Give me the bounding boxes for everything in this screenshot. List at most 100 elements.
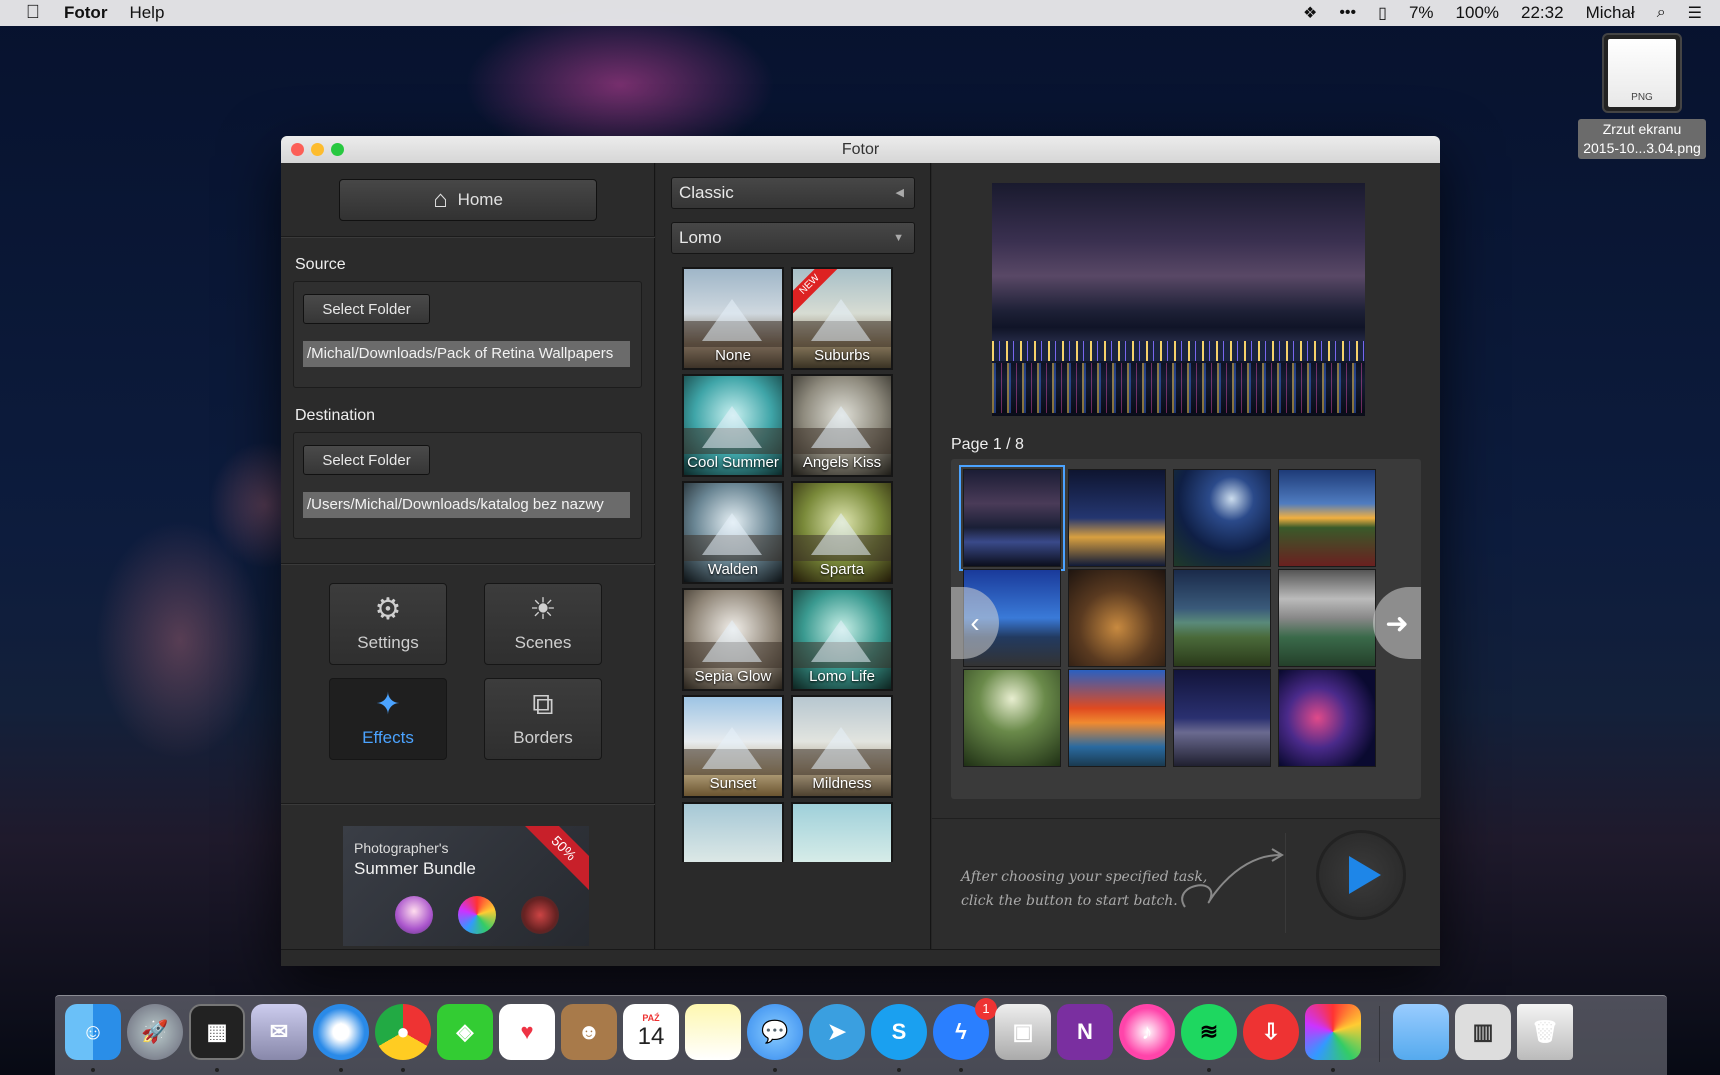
close-button[interactable] (291, 143, 304, 156)
fotor-pro-icon (458, 896, 496, 934)
effect-lomo-life[interactable]: Lomo Life (791, 588, 893, 691)
caret-left-icon: ◀ (895, 187, 904, 199)
hint-line1: After choosing your specified task, (961, 869, 1208, 885)
apple-menu-icon[interactable]:  (22, 2, 44, 24)
battery-percent[interactable]: 100% (1456, 3, 1499, 23)
effect-partial[interactable] (791, 802, 893, 862)
effect-partial[interactable] (682, 802, 784, 862)
category-lomo-label: Lomo (679, 228, 722, 247)
spotify-icon[interactable]: ≋ (1181, 1004, 1237, 1060)
home-label: Home (457, 190, 503, 209)
image-thumbnail[interactable] (1173, 669, 1271, 767)
source-path-field[interactable]: /Michal/Downloads/Pack of Retina Wallpap… (303, 341, 630, 367)
effect-mildness[interactable]: Mildness (791, 695, 893, 798)
itunes-icon[interactable]: ♪ (1119, 1004, 1175, 1060)
skype-icon[interactable]: S (871, 1004, 927, 1060)
image-thumbnail[interactable] (1278, 669, 1376, 767)
category-lomo[interactable]: Lomo ▼ (671, 222, 915, 254)
image-thumbnail[interactable] (1278, 569, 1376, 667)
next-page-button[interactable]: ➜ (1373, 587, 1421, 659)
user-name[interactable]: Michał (1586, 3, 1635, 23)
effects-label: Effects (362, 728, 414, 747)
effect-none[interactable]: None (682, 267, 784, 370)
effects-button[interactable]: ✦ Effects (329, 678, 447, 760)
notification-center-icon[interactable]: ☰ (1688, 3, 1702, 23)
telegram-icon[interactable]: ➤ (809, 1004, 865, 1060)
messages-icon[interactable]: 💬 (747, 1004, 803, 1060)
effect-label: Suburbs (814, 347, 870, 364)
settings-button[interactable]: ⚙ Settings (329, 583, 447, 665)
image-thumbnail[interactable] (1278, 469, 1376, 567)
file-name-label: Zrzut ekranu 2015-10...3.04.png (1578, 119, 1706, 159)
image-thumbnail[interactable] (963, 669, 1061, 767)
effect-sunset[interactable]: Sunset (682, 695, 784, 798)
effect-walden[interactable]: Walden (682, 481, 784, 584)
app-menu[interactable]: Fotor (64, 3, 107, 23)
effect-sepia-glow[interactable]: Sepia Glow (682, 588, 784, 691)
effect-cool-summer[interactable]: Cool Summer (682, 374, 784, 477)
pocket-icon[interactable]: ♥ (499, 1004, 555, 1060)
launchpad-icon[interactable]: 🚀 (127, 1004, 183, 1060)
destination-select-folder-button[interactable]: Select Folder (303, 445, 430, 475)
trash-icon[interactable]: 🗑 (1517, 1004, 1573, 1060)
start-batch-button[interactable] (1316, 830, 1406, 920)
image-thumbnail[interactable] (1068, 669, 1166, 767)
stack-folder-icon[interactable]: ▥ (1455, 1004, 1511, 1060)
more-icon[interactable]: ••• (1339, 4, 1356, 22)
promo-banner[interactable]: Photographer's Summer Bundle 50% (343, 826, 589, 946)
file-thumbnail[interactable]: PNG (1602, 33, 1682, 113)
image-thumbnail[interactable] (1068, 469, 1166, 567)
effect-sparta[interactable]: Sparta (791, 481, 893, 584)
clock[interactable]: 22:32 (1521, 3, 1564, 23)
finder-icon[interactable]: ☺ (65, 1004, 121, 1060)
image-thumbnail[interactable] (1173, 569, 1271, 667)
onenote-icon[interactable]: N (1057, 1004, 1113, 1060)
settings-label: Settings (357, 633, 419, 652)
borders-button[interactable]: ⧉ Borders (484, 678, 602, 760)
divider (281, 803, 655, 805)
destination-box: Select Folder /Users/Michal/Downloads/ka… (293, 432, 642, 539)
activity-monitor-icon[interactable]: ▦ (189, 1004, 245, 1060)
spotlight-search-icon[interactable]: ⌕ (1657, 4, 1666, 22)
calendar-icon[interactable]: PAŹ 14 (623, 1004, 679, 1060)
desktop-file[interactable]: PNG Zrzut ekranu 2015-10...3.04.png (1572, 33, 1712, 159)
zoom-button[interactable] (331, 143, 344, 156)
effect-label: None (715, 347, 751, 364)
effect-label: Cool Summer (687, 454, 779, 471)
home-button[interactable]: ⌂ Home (339, 179, 597, 221)
source-select-folder-button[interactable]: Select Folder (303, 294, 430, 324)
title-bar[interactable]: Fotor (281, 136, 1440, 163)
menu-help[interactable]: Help (129, 3, 164, 23)
chrome-icon[interactable]: ● (375, 1004, 431, 1060)
messenger-badge: 1 (975, 998, 997, 1020)
photo-app-icon (521, 896, 559, 934)
effect-label: Lomo Life (809, 668, 875, 685)
destination-path-field[interactable]: /Users/Michal/Downloads/katalog bez nazw… (303, 492, 630, 518)
promo-discount-ribbon: 50% (516, 826, 589, 896)
image-thumbnail[interactable] (1068, 569, 1166, 667)
fotor-icon[interactable] (1305, 1004, 1361, 1060)
borders-icon: ⧉ (532, 688, 554, 721)
scenes-button[interactable]: ☀ Scenes (484, 583, 602, 665)
downloads-folder-icon[interactable] (1393, 1004, 1449, 1060)
effect-label: Mildness (812, 775, 872, 792)
dropbox-icon[interactable]: ❖ (1303, 3, 1317, 23)
effects-panel: Classic ◀ Lomo ▼ None NEW Suburbs Cool S… (656, 163, 1206, 949)
effect-angels-kiss[interactable]: Angels Kiss (791, 374, 893, 477)
minimize-button[interactable] (311, 143, 324, 156)
battery-small-icon[interactable]: ▯ (1378, 3, 1387, 23)
feedly-icon[interactable]: ◈ (437, 1004, 493, 1060)
notes-icon[interactable] (685, 1004, 741, 1060)
image-thumbnail[interactable] (959, 465, 1065, 571)
borders-label: Borders (513, 728, 573, 747)
play-icon (1349, 856, 1381, 894)
safari-icon[interactable]: ✧ (313, 1004, 369, 1060)
preview-icon[interactable]: ▣ (995, 1004, 1051, 1060)
mail-icon[interactable]: ✉ (251, 1004, 307, 1060)
category-classic[interactable]: Classic ◀ (671, 177, 915, 209)
contacts-icon[interactable]: ☻ (561, 1004, 617, 1060)
effect-suburbs[interactable]: NEW Suburbs (791, 267, 893, 370)
image-thumbnail[interactable] (1173, 469, 1271, 567)
promo-line2: Summer Bundle (354, 859, 476, 878)
download-manager-icon[interactable]: ⇩ (1243, 1004, 1299, 1060)
